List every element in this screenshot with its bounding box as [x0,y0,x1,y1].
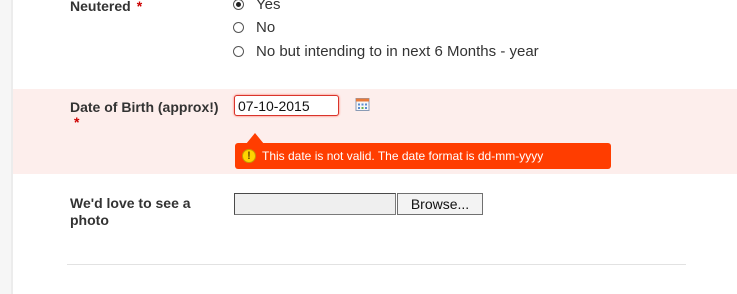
required-asterisk: * [136,0,143,14]
neutered-label: Neutered * [70,0,143,14]
photo-label-line1: We'd love to see a [70,195,191,211]
photo-file-path-field[interactable] [234,193,396,215]
radio-option-intending[interactable]: No but intending to in next 6 Months - y… [233,41,539,61]
photo-label: We'd love to see a photo [70,195,191,229]
radio-button-no[interactable] [233,21,244,33]
date-of-birth-input[interactable] [234,95,339,116]
radio-option-yes[interactable]: Yes [233,0,280,14]
radio-label-yes: Yes [256,0,281,13]
radio-button-yes[interactable] [233,0,244,10]
error-message: This date is not valid. The date format … [262,149,544,163]
date-error-tooltip: ! This date is not valid. The date forma… [235,143,611,169]
radio-option-no[interactable]: No [233,17,275,37]
photo-label-line2: photo [70,212,109,228]
dob-label: Date of Birth (approx!) [70,99,219,115]
section-divider [67,264,686,265]
calendar-icon[interactable] [355,97,370,112]
page-left-border [0,0,13,294]
radio-label-intending: No but intending to in next 6 Months - y… [256,42,539,60]
radio-button-intending[interactable] [233,45,244,57]
warning-icon: ! [242,149,256,163]
radio-label-no: No [256,18,276,36]
dob-required-asterisk: * [74,114,80,130]
browse-button[interactable]: Browse... [397,193,483,215]
